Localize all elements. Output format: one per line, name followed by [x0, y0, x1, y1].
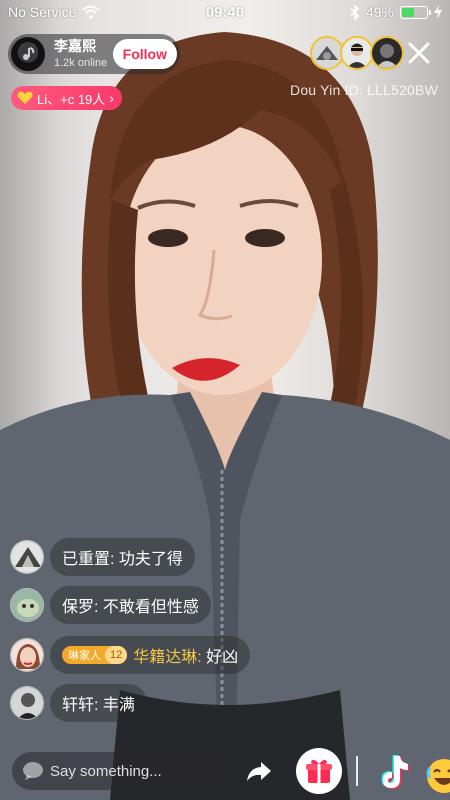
- battery-icon: [400, 5, 431, 19]
- comment-text: 好凶: [206, 649, 239, 666]
- laughing-emoji-icon[interactable]: [424, 752, 450, 796]
- viewer-avatar[interactable]: [340, 36, 374, 70]
- comment-text: 丰满: [102, 697, 135, 714]
- douyin-id: Dou Yin ID: LLL520BW: [290, 82, 438, 98]
- comment-text: 功夫了得: [118, 551, 183, 568]
- battery-fill: [402, 7, 414, 17]
- gift-icon: [306, 759, 332, 783]
- fan-club-tag-name: 琳家人: [68, 650, 101, 662]
- battery-percent: 49%: [365, 4, 394, 20]
- music-note-icon: [23, 47, 35, 60]
- comment-row: 轩轩: 丰满: [10, 684, 147, 722]
- comment-username[interactable]: 已重置:: [62, 545, 114, 569]
- comment-avatar-image: [11, 541, 43, 573]
- close-icon: [408, 42, 430, 64]
- comment-bubble: 琳家人 12 华籍达琳: 好凶: [50, 636, 251, 674]
- comment-row: 琳家人 12 华籍达琳: 好凶: [10, 636, 251, 674]
- charging-bolt-icon: [434, 5, 442, 19]
- comment-username[interactable]: 轩轩:: [62, 691, 98, 715]
- live-video-frame: [0, 0, 450, 800]
- bluetooth-icon: [350, 4, 360, 20]
- comment-text: 不敢看但性感: [102, 599, 199, 616]
- comment-username[interactable]: 保罗:: [62, 593, 98, 617]
- host-text: 李嘉熙 1.2k online: [54, 38, 113, 69]
- toolbar-divider: [356, 756, 358, 786]
- viewer-avatar-image: [312, 38, 342, 68]
- comment-avatar-image: [11, 589, 43, 621]
- viewer-avatar[interactable]: [310, 36, 344, 70]
- host-avatar[interactable]: [11, 37, 45, 71]
- share-icon[interactable]: [244, 756, 274, 786]
- viewer-avatar[interactable]: [370, 36, 404, 70]
- comment-row: 已重置: 功夫了得: [10, 538, 195, 576]
- comment-avatar[interactable]: [10, 588, 44, 622]
- comment-avatar[interactable]: [10, 638, 44, 672]
- host-name: 李嘉熙: [54, 38, 96, 55]
- comment-avatar[interactable]: [10, 540, 44, 574]
- comment-row: 保罗: 不敢看但性感: [10, 586, 211, 624]
- viewer-avatar-image: [372, 38, 402, 68]
- speech-bubble-icon: [23, 762, 43, 780]
- gift-button[interactable]: [296, 748, 342, 794]
- top-viewers[interactable]: [310, 36, 404, 70]
- online-count: 1.2k online: [54, 56, 108, 69]
- chevron-right-icon: ›: [109, 90, 114, 106]
- close-button[interactable]: [402, 36, 436, 70]
- status-bar: No Service 09:40 49%: [0, 0, 450, 24]
- comment-bubble: 已重置: 功夫了得: [50, 538, 195, 576]
- host-info-pill[interactable]: 李嘉熙 1.2k online Follow: [8, 34, 180, 74]
- streamer-video: [0, 32, 450, 800]
- tiktok-logo-icon[interactable]: [376, 752, 416, 792]
- comment-avatar[interactable]: [10, 686, 44, 720]
- wifi-icon: [82, 5, 101, 19]
- follow-button[interactable]: Follow: [112, 39, 177, 69]
- comment-avatar-image: [11, 687, 43, 719]
- fan-club-level: 12: [105, 646, 128, 664]
- comment-avatar-image: [11, 639, 43, 671]
- comment-bubble: 轩轩: 丰满: [50, 684, 147, 722]
- fan-club-badge[interactable]: Li、+c 19人 ›: [11, 86, 122, 110]
- viewer-avatar-image: [342, 38, 372, 68]
- carrier-label: No Service: [8, 4, 77, 20]
- comment-username[interactable]: 华籍达琳:: [133, 643, 201, 667]
- comment-placeholder: Say something...: [50, 762, 162, 780]
- fan-badge-text: Li、+c 19人: [37, 91, 106, 107]
- fan-club-tag: 琳家人 12: [62, 646, 128, 664]
- comment-input[interactable]: Say something...: [12, 752, 232, 790]
- bottom-toolbar: Say something...: [0, 742, 450, 800]
- heart-icon: [17, 91, 33, 104]
- comment-bubble: 保罗: 不敢看但性感: [50, 586, 211, 624]
